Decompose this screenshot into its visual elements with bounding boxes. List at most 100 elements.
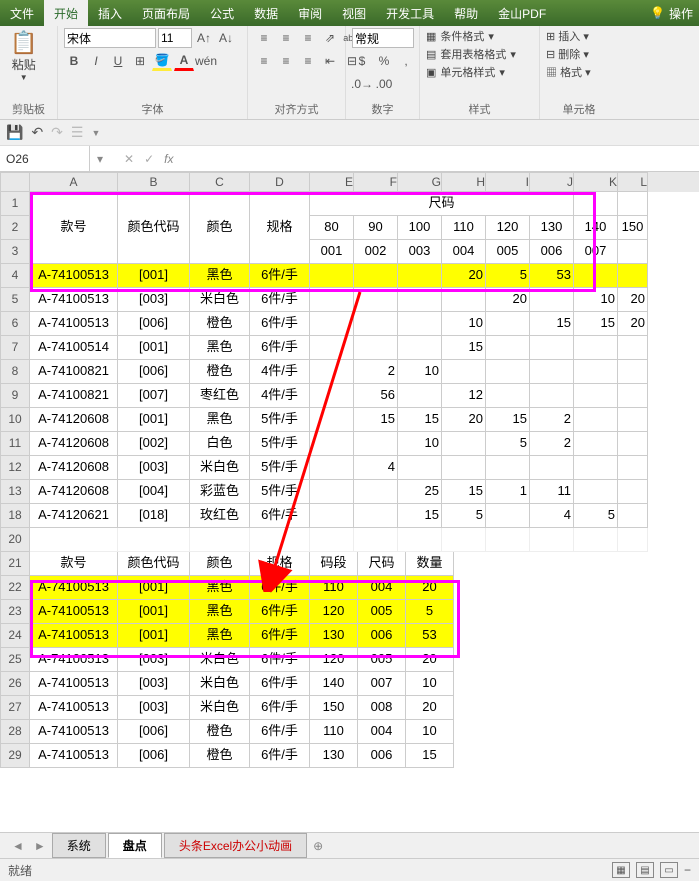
conditional-format-button[interactable]: ▦条件格式 ▾ bbox=[426, 28, 494, 44]
cell[interactable]: 10 bbox=[442, 312, 486, 336]
cell[interactable]: 15 bbox=[398, 408, 442, 432]
cell[interactable]: 15 bbox=[486, 408, 530, 432]
cell[interactable] bbox=[486, 312, 530, 336]
cell[interactable]: 006 bbox=[530, 240, 574, 264]
col-header-J[interactable]: J bbox=[530, 172, 574, 192]
cell[interactable]: 5 bbox=[486, 432, 530, 456]
cell[interactable]: A-74120608 bbox=[30, 432, 118, 456]
cell[interactable]: 白色 bbox=[190, 432, 250, 456]
cell[interactable] bbox=[354, 336, 398, 360]
cell[interactable]: 橙色 bbox=[190, 312, 250, 336]
cell[interactable]: 黑色 bbox=[190, 264, 250, 288]
cell[interactable]: A-74100513 bbox=[30, 576, 118, 600]
cell[interactable]: [003] bbox=[118, 288, 190, 312]
cell[interactable]: 2 bbox=[354, 360, 398, 384]
cell[interactable]: 130 bbox=[310, 624, 358, 648]
cell[interactable]: 002 bbox=[354, 240, 398, 264]
cell[interactable]: 110 bbox=[442, 216, 486, 240]
cell[interactable]: A-74120608 bbox=[30, 408, 118, 432]
cell[interactable] bbox=[310, 528, 354, 552]
menu-home[interactable]: 开始 bbox=[44, 0, 88, 26]
cell[interactable]: [003] bbox=[118, 672, 190, 696]
cell[interactable]: 黑色 bbox=[190, 408, 250, 432]
cell[interactable]: A-74100513 bbox=[30, 312, 118, 336]
cell[interactable]: 20 bbox=[442, 408, 486, 432]
cell[interactable] bbox=[618, 528, 648, 552]
cell[interactable]: 20 bbox=[406, 576, 454, 600]
row-header[interactable]: 27 bbox=[0, 696, 30, 720]
cell[interactable]: 颜色代码 bbox=[118, 552, 190, 576]
cell[interactable]: [003] bbox=[118, 648, 190, 672]
cell[interactable]: [001] bbox=[118, 624, 190, 648]
cell[interactable] bbox=[618, 192, 648, 216]
col-header-H[interactable]: H bbox=[442, 172, 486, 192]
cell[interactable] bbox=[618, 264, 648, 288]
row-header[interactable]: 5 bbox=[0, 288, 30, 312]
cell[interactable]: 15 bbox=[574, 312, 618, 336]
cell[interactable]: [001] bbox=[118, 576, 190, 600]
cell[interactable] bbox=[530, 288, 574, 312]
cell[interactable] bbox=[618, 480, 648, 504]
align-left-icon[interactable]: ≡ bbox=[254, 51, 274, 71]
cell[interactable]: 006 bbox=[358, 744, 406, 768]
cell[interactable]: [004] bbox=[118, 480, 190, 504]
tab-nav-next-icon[interactable]: ► bbox=[30, 839, 50, 853]
save-icon[interactable]: 💾 bbox=[6, 124, 23, 141]
cell[interactable] bbox=[398, 264, 442, 288]
cell[interactable]: A-74100513 bbox=[30, 648, 118, 672]
cell[interactable]: 5 bbox=[574, 504, 618, 528]
cell[interactable] bbox=[398, 456, 442, 480]
cell[interactable] bbox=[618, 360, 648, 384]
cell[interactable] bbox=[354, 264, 398, 288]
cell[interactable] bbox=[574, 384, 618, 408]
row-header[interactable]: 20 bbox=[0, 528, 30, 552]
cell[interactable]: 20 bbox=[618, 312, 648, 336]
worksheet[interactable]: ABCDEFGHIJKL 1尺码2款号颜色代码颜色规格8090100110120… bbox=[0, 172, 699, 832]
cell[interactable]: 10 bbox=[406, 720, 454, 744]
italic-button[interactable]: I bbox=[86, 51, 106, 71]
cell[interactable]: 008 bbox=[358, 696, 406, 720]
row-header[interactable]: 21 bbox=[0, 552, 30, 576]
cell[interactable]: 001 bbox=[310, 240, 354, 264]
cell[interactable]: 黑色 bbox=[190, 600, 250, 624]
cell[interactable]: 15 bbox=[530, 312, 574, 336]
cell[interactable]: 007 bbox=[358, 672, 406, 696]
cell[interactable]: 12 bbox=[442, 384, 486, 408]
cell[interactable]: 6件/手 bbox=[250, 576, 310, 600]
cell[interactable]: 6件/手 bbox=[250, 696, 310, 720]
cell[interactable] bbox=[310, 360, 354, 384]
cell[interactable]: 尺码 bbox=[358, 552, 406, 576]
cell[interactable]: 6件/手 bbox=[250, 720, 310, 744]
cell[interactable]: 20 bbox=[486, 288, 530, 312]
sheet-tab-2[interactable]: 头条Excel办公小动画 bbox=[164, 833, 307, 858]
col-header-L[interactable]: L bbox=[618, 172, 648, 192]
cell[interactable]: 米白色 bbox=[190, 288, 250, 312]
name-box-dropdown-icon[interactable]: ▾ bbox=[90, 152, 110, 166]
currency-icon[interactable]: $ bbox=[352, 51, 372, 71]
cell[interactable]: [001] bbox=[118, 264, 190, 288]
cell[interactable]: 11 bbox=[530, 480, 574, 504]
cell[interactable]: 80 bbox=[310, 216, 354, 240]
cell[interactable] bbox=[574, 336, 618, 360]
row-header[interactable]: 8 bbox=[0, 360, 30, 384]
cell[interactable]: 2 bbox=[530, 408, 574, 432]
cell[interactable]: A-74100513 bbox=[30, 624, 118, 648]
align-mid-icon[interactable]: ≡ bbox=[276, 28, 296, 48]
cell[interactable]: 款号 bbox=[30, 216, 118, 240]
cell[interactable] bbox=[486, 384, 530, 408]
zoom-out-icon[interactable]: − bbox=[684, 863, 691, 877]
font-name-select[interactable] bbox=[64, 28, 156, 48]
cell[interactable] bbox=[354, 480, 398, 504]
col-header-F[interactable]: F bbox=[354, 172, 398, 192]
cell[interactable]: 15 bbox=[442, 336, 486, 360]
cell[interactable]: 5件/手 bbox=[250, 480, 310, 504]
cell[interactable]: 6件/手 bbox=[250, 744, 310, 768]
cell[interactable]: 20 bbox=[442, 264, 486, 288]
cell[interactable] bbox=[398, 288, 442, 312]
cell[interactable] bbox=[574, 408, 618, 432]
align-bot-icon[interactable]: ≡ bbox=[298, 28, 318, 48]
cell[interactable]: 尺码 bbox=[310, 192, 574, 216]
col-header-E[interactable]: E bbox=[310, 172, 354, 192]
cell[interactable]: A-74120621 bbox=[30, 504, 118, 528]
cell[interactable]: 150 bbox=[310, 696, 358, 720]
